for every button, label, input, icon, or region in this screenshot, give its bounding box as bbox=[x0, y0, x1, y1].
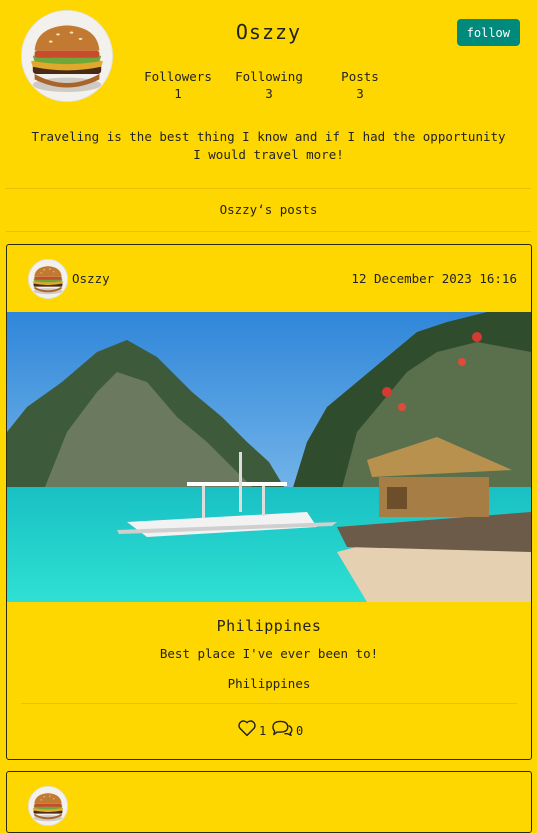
divider bbox=[6, 231, 531, 232]
burger-avatar-icon bbox=[29, 787, 67, 825]
post-location[interactable]: Philippines bbox=[7, 676, 531, 691]
post-header: Oszzy 12 December 2023 16:16 bbox=[7, 245, 531, 312]
stat-label: Followers bbox=[144, 69, 212, 84]
post-title: Philippines bbox=[216, 617, 322, 635]
stat-followers[interactable]: Followers 1 bbox=[133, 69, 223, 101]
post-author-avatar[interactable] bbox=[28, 259, 68, 299]
post-card bbox=[6, 771, 532, 833]
stat-value: 3 bbox=[356, 86, 364, 101]
heart-icon bbox=[238, 720, 256, 737]
stat-value: 3 bbox=[265, 86, 273, 101]
burger-avatar-icon bbox=[29, 260, 67, 298]
post-date: 12 December 2023 16:16 bbox=[351, 271, 517, 286]
stat-label: Following bbox=[235, 69, 303, 84]
post-image[interactable] bbox=[7, 312, 531, 602]
stat-label: Posts bbox=[341, 69, 379, 84]
stat-following[interactable]: Following 3 bbox=[224, 69, 314, 101]
post-card: Oszzy 12 December 2023 16:16 Philippines… bbox=[6, 244, 532, 760]
stat-posts: Posts 3 bbox=[315, 69, 405, 101]
stat-value: 1 bbox=[174, 86, 182, 101]
post-header bbox=[7, 772, 531, 832]
post-author[interactable]: Oszzy bbox=[72, 271, 110, 286]
profile-bio: Traveling is the best thing I know and i… bbox=[31, 129, 506, 162]
profile-header: Oszzy follow Followers 1 Following 3 Pos… bbox=[0, 0, 537, 188]
divider bbox=[6, 188, 531, 189]
follow-button[interactable]: follow bbox=[456, 19, 520, 46]
comment-count: 0 bbox=[296, 724, 304, 738]
comment-button[interactable]: 0 bbox=[270, 719, 303, 737]
like-button[interactable]: 1 bbox=[237, 719, 266, 737]
posts-heading: Oszzy‘s posts bbox=[219, 202, 318, 217]
post-actions: 1 0 bbox=[7, 704, 531, 756]
comment-icon bbox=[272, 720, 293, 737]
post-description: Best place I've ever been to! bbox=[159, 646, 379, 661]
like-count: 1 bbox=[259, 724, 267, 738]
post-author-avatar[interactable] bbox=[28, 786, 68, 826]
